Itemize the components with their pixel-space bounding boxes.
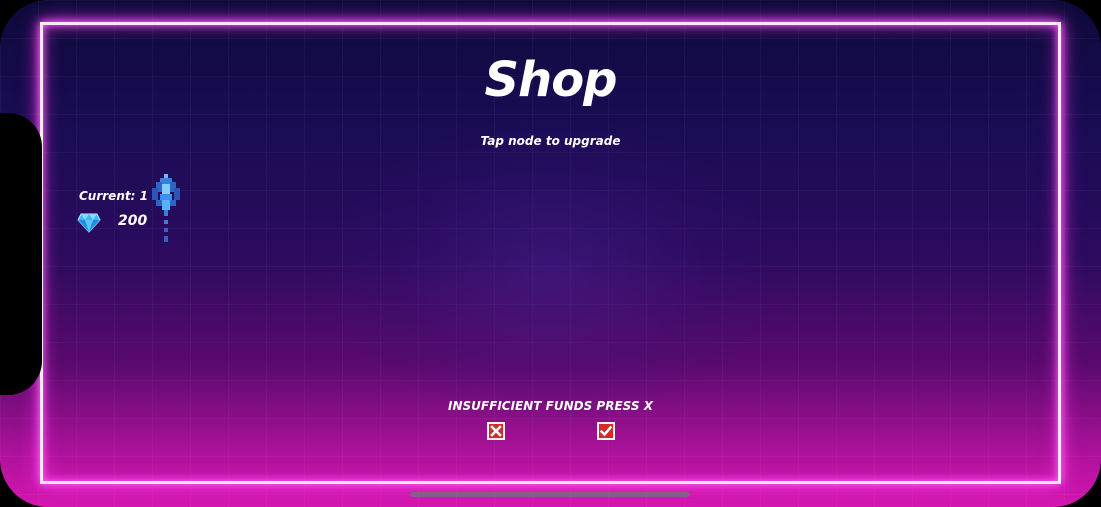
insufficient-funds-message: INSUFFICIENT FUNDS PRESS X [448,399,653,413]
device-notch [0,113,42,395]
shop-title: Shop [484,52,617,108]
spaceship-icon[interactable] [150,172,182,248]
current-level-label: Current: 1 [79,189,148,203]
gem-count: 200 [118,213,148,229]
diamond-icon [77,213,101,233]
home-indicator[interactable] [410,492,690,497]
close-icon[interactable] [487,422,505,440]
shop-subtitle: Tap node to upgrade [480,134,621,148]
game-screen: Shop Tap node to upgrade Current: 1 200 … [0,0,1101,507]
checkmark-icon[interactable] [597,422,615,440]
